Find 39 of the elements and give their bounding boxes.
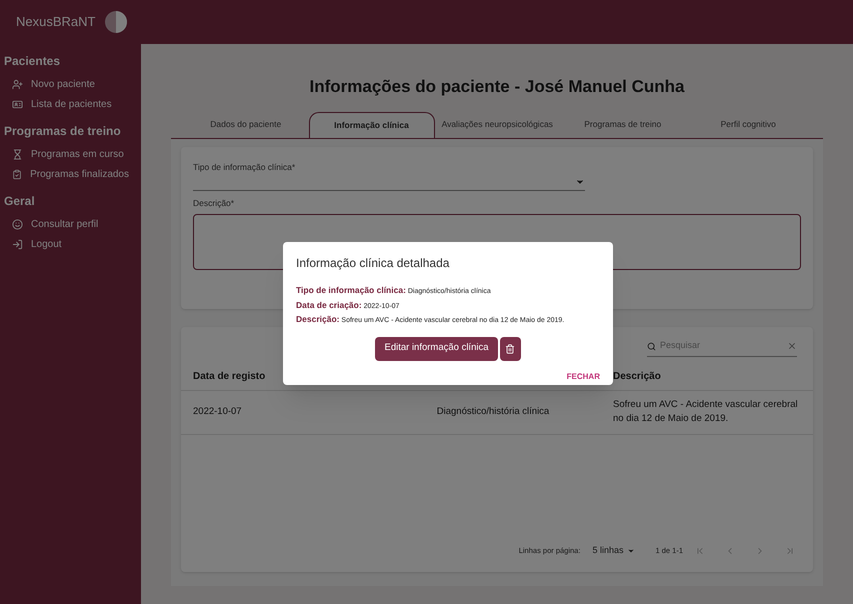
field-label: Descrição* xyxy=(193,197,236,210)
table-cell-text: 2022-10-07 xyxy=(193,404,243,419)
rows-per-page-select[interactable]: 5 linhas xyxy=(592,544,636,558)
tab[interactable]: Programas de treino xyxy=(560,112,686,138)
edit-button[interactable]: Editar informação clínica xyxy=(375,336,498,360)
sidebar-item[interactable]: Logout xyxy=(0,234,141,254)
clear-icon xyxy=(787,341,797,351)
sidebar-item[interactable]: Consultar perfil xyxy=(0,214,141,234)
column-header: Data de registo xyxy=(193,370,266,384)
last-page-icon[interactable] xyxy=(785,546,795,556)
column-header: Descrição xyxy=(613,370,662,384)
table-cell-text: Diagnóstico/história clínica xyxy=(436,404,550,419)
trash-icon xyxy=(505,344,516,354)
clipboard-check-icon xyxy=(12,168,22,180)
sidebar-item[interactable]: Novo paciente xyxy=(0,74,141,94)
sidebar-item[interactable]: Programas em curso xyxy=(0,144,141,164)
section-title: Pacientes xyxy=(3,53,62,70)
tab[interactable]: Avaliações neuropsicológicas xyxy=(434,112,560,138)
close-button[interactable]: FECHAR xyxy=(566,370,600,382)
logout-icon xyxy=(12,238,23,250)
sidebar-item[interactable]: Lista de pacientes xyxy=(0,94,141,114)
brand-name: NexusBRaNT xyxy=(16,13,96,32)
sidebar-item[interactable]: Programas finalizados xyxy=(0,164,141,184)
hourglass-icon xyxy=(12,148,23,160)
person-plus-icon xyxy=(12,78,23,90)
page-title: Informações do paciente - José Manuel Cunha xyxy=(308,76,686,98)
delete-button[interactable] xyxy=(500,336,521,360)
tab[interactable]: Perfil cognitivo xyxy=(686,112,811,138)
first-page-icon[interactable] xyxy=(695,546,705,556)
tab[interactable]: Dados do paciente xyxy=(183,112,308,138)
dialog-title: Informação clínica detalhada xyxy=(296,255,450,272)
table-cell-text: Sofreu um AVC - Acidente vascular cerebral no dia 12 de Maio de 2019. xyxy=(613,398,799,426)
search-icon xyxy=(647,342,656,350)
field-label: Tipo de informação clínica* xyxy=(193,160,296,174)
smile-icon xyxy=(12,218,23,230)
id-card-icon xyxy=(12,98,23,110)
tab[interactable]: Informação clínica xyxy=(308,112,434,138)
section-title: Geral xyxy=(3,193,36,210)
section-title: Programas de treino xyxy=(3,123,122,140)
